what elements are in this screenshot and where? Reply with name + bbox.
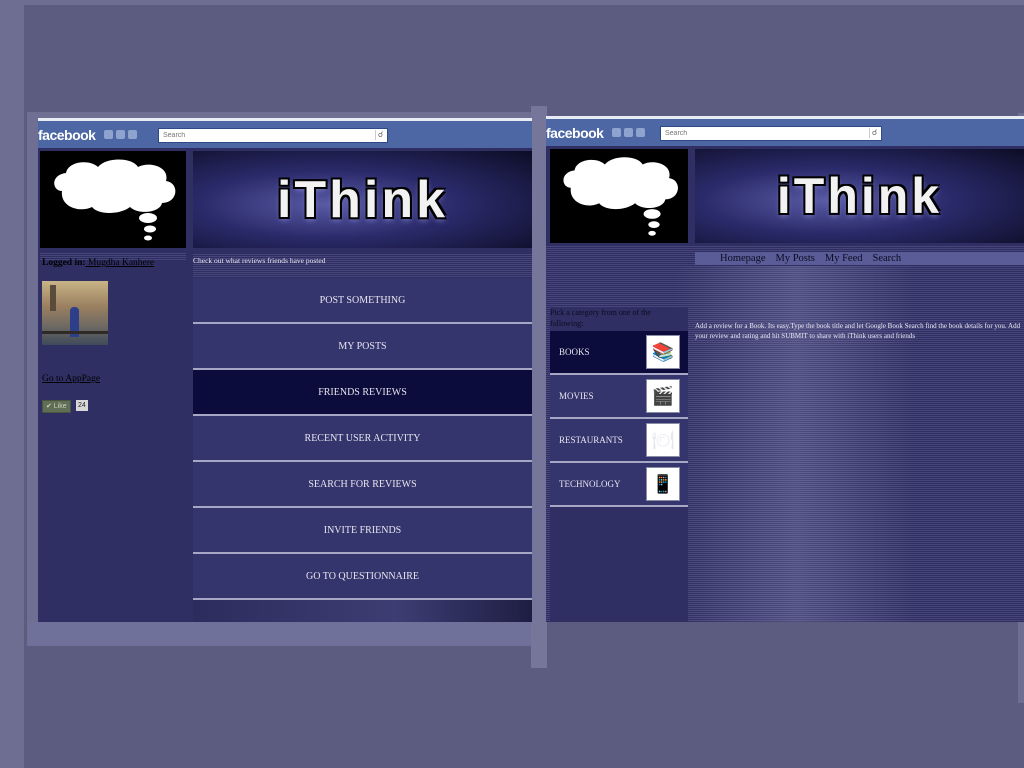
- thought-bubble-logo: [40, 151, 186, 248]
- nav-link-homepage[interactable]: Homepage: [720, 252, 765, 265]
- category-technology[interactable]: TECHNOLOGY 📱: [550, 463, 688, 507]
- menu-item-go-to-questionnaire[interactable]: GO TO QUESTIONNAIRE: [193, 554, 532, 600]
- notifications-globe-icon[interactable]: [128, 130, 137, 139]
- background-bottom-band: [28, 622, 533, 646]
- magnifier-icon[interactable]: ☌: [375, 130, 385, 140]
- category-label: BOOKS: [559, 347, 590, 357]
- menu-item-invite-friends[interactable]: INVITE FRIENDS: [193, 508, 532, 554]
- film-reel-icon[interactable]: 🎬: [646, 379, 680, 413]
- restaurant-icon[interactable]: 🍽: [646, 423, 680, 457]
- right-app-screenshot: facebook ☌ iThink Homepage My Posts My Fee…: [546, 116, 1024, 622]
- ithink-banner: iThink: [695, 149, 1024, 243]
- menu-item-search-for-reviews[interactable]: SEARCH FOR REVIEWS: [193, 462, 532, 508]
- logged-in-status: Logged in: Mugdha Kanhere: [42, 258, 154, 268]
- category-label: MOVIES: [559, 391, 594, 401]
- menu-item-my-posts[interactable]: MY POSTS: [193, 324, 532, 370]
- notifications-globe-icon[interactable]: [636, 128, 645, 137]
- category-movies[interactable]: MOVIES 🎬: [550, 375, 688, 419]
- facebook-logo[interactable]: facebook: [38, 127, 96, 143]
- menu-item-recent-user-activity[interactable]: RECENT USER ACTIVITY: [193, 416, 532, 462]
- ithink-banner-title: iThink: [776, 168, 943, 224]
- nav-link-my-feed[interactable]: My Feed: [825, 252, 863, 265]
- main-menu: POST SOMETHING MY POSTS FRIENDS REVIEWS REC…: [193, 278, 532, 622]
- like-count: 24: [76, 400, 88, 411]
- facebook-header-bar: facebook ☌: [38, 118, 532, 148]
- facebook-logo[interactable]: facebook: [546, 125, 604, 141]
- facebook-search-input[interactable]: [159, 129, 387, 142]
- book-review-instructions: Add a review for a Book. Its easy.Type t…: [695, 322, 1021, 340]
- like-button[interactable]: ✔ Like: [42, 400, 71, 413]
- user-avatar[interactable]: [42, 281, 108, 345]
- thought-bubble-icon: [54, 159, 176, 241]
- magnifier-icon[interactable]: ☌: [869, 128, 879, 138]
- mobile-phone-icon[interactable]: 📱: [646, 467, 680, 501]
- category-restaurants[interactable]: RESTAURANTS 🍽: [550, 419, 688, 463]
- category-books[interactable]: BOOKS 📚: [550, 331, 688, 375]
- background-top-band: [24, 0, 1024, 5]
- category-list: BOOKS 📚 MOVIES 🎬 RESTAURANTS 🍽 TECHNOLOGY 📱: [550, 331, 688, 507]
- books-icon[interactable]: 📚: [646, 335, 680, 369]
- facebook-notification-icons: [612, 128, 645, 137]
- app-nav-bar: Homepage My Posts My Feed Search: [695, 252, 1024, 265]
- messages-icon[interactable]: [624, 128, 633, 137]
- category-prompt: Pick a category from one of the followin…: [550, 308, 651, 328]
- thought-bubble-logo: [550, 149, 688, 243]
- facebook-header-bar: facebook ☌: [546, 116, 1024, 146]
- background-left-strip: [0, 0, 24, 768]
- left-app-screenshot: facebook ☌ iThink Check out what reviews…: [38, 118, 532, 622]
- nav-link-my-posts[interactable]: My Posts: [775, 252, 814, 265]
- ithink-banner-title: iThink: [276, 170, 449, 229]
- logged-in-user-link[interactable]: Mugdha Kanhere: [86, 258, 154, 268]
- nav-link-search[interactable]: Search: [873, 252, 902, 265]
- thought-bubble-icon: [563, 157, 678, 236]
- category-label: TECHNOLOGY: [559, 479, 621, 489]
- messages-icon[interactable]: [116, 130, 125, 139]
- go-to-apppage-link[interactable]: Go to AppPage: [42, 374, 100, 384]
- facebook-notification-icons: [104, 130, 137, 139]
- logged-in-label: Logged in:: [42, 258, 86, 268]
- facebook-search-box: ☌: [158, 128, 388, 143]
- background-divider-bar: [531, 106, 547, 668]
- friend-requests-icon[interactable]: [612, 128, 621, 137]
- menu-item-friends-reviews[interactable]: FRIENDS REVIEWS: [193, 370, 532, 416]
- facebook-search-box: ☌: [660, 126, 882, 141]
- menu-footer-band: [193, 600, 532, 622]
- ithink-banner: iThink: [193, 151, 532, 248]
- category-label: RESTAURANTS: [559, 435, 623, 445]
- menu-item-post-something[interactable]: POST SOMETHING: [193, 278, 532, 324]
- facebook-search-input[interactable]: [661, 127, 881, 140]
- friends-reviews-caption: Check out what reviews friends have post…: [193, 256, 326, 265]
- friend-requests-icon[interactable]: [104, 130, 113, 139]
